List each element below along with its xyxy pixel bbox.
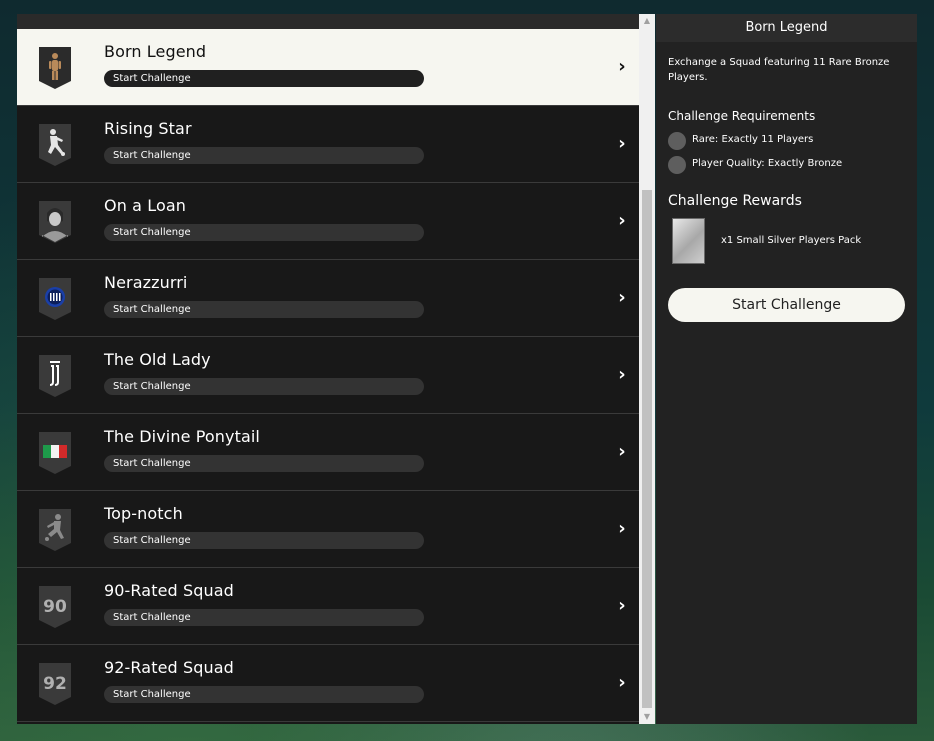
rating-92-label: 92: [43, 674, 67, 694]
challenge-item-92-rated-squad[interactable]: 92 92-Rated Squad Start Challenge ›: [17, 645, 639, 722]
challenge-item-top-notch[interactable]: Top-notch Start Challenge ›: [17, 491, 639, 568]
requirement-item: Player Quality: Exactly Bronze: [668, 156, 908, 174]
challenge-item-nerazzurri[interactable]: Nerazzurri Start Challenge ›: [17, 260, 639, 337]
silver-pack-icon: [672, 218, 705, 264]
detail-header: Born Legend: [656, 14, 917, 42]
requirement-item: Rare: Exactly 11 Players: [668, 132, 908, 150]
challenge-item-rising-star[interactable]: Rising Star Start Challenge ›: [17, 106, 639, 183]
chevron-right-icon: ›: [618, 287, 626, 308]
scroll-down-arrow-icon[interactable]: ▼: [639, 710, 655, 724]
juventus-crest-icon: [36, 351, 74, 399]
chevron-right-icon: ›: [618, 56, 626, 77]
chevron-right-icon: ›: [618, 441, 626, 462]
chevron-right-icon: ›: [618, 210, 626, 231]
challenge-list: Born Legend Start Challenge › Rising Sta…: [17, 14, 639, 724]
on-a-loan-portrait-icon: [36, 197, 74, 245]
rewards-title: Challenge Rewards: [668, 193, 802, 209]
challenge-item-90-rated-squad[interactable]: 90 90-Rated Squad Start Challenge ›: [17, 568, 639, 645]
challenge-title: 92-Rated Squad: [104, 658, 234, 677]
challenge-title: The Old Lady: [104, 350, 211, 369]
italy-flag-icon: [36, 428, 74, 476]
reward-label: x1 Small Silver Players Pack: [721, 235, 862, 246]
rising-star-player-icon: [36, 120, 74, 168]
kicking-player-icon: [36, 505, 74, 553]
challenge-description: Exchange a Squad featuring 11 Rare Bronz…: [668, 57, 890, 83]
requirements-title: Challenge Requirements: [668, 109, 816, 123]
scroll-thumb[interactable]: [642, 190, 652, 708]
start-challenge-main-button[interactable]: Start Challenge: [668, 288, 905, 322]
start-challenge-button[interactable]: Start Challenge: [104, 70, 424, 87]
start-challenge-button[interactable]: Start Challenge: [104, 378, 424, 395]
inter-crest-icon: [36, 274, 74, 322]
challenge-item-on-a-loan[interactable]: On a Loan Start Challenge ›: [17, 183, 639, 260]
requirement-status-icon: [668, 156, 686, 174]
start-challenge-button[interactable]: Start Challenge: [104, 609, 424, 626]
challenge-detail-panel: Born Legend Exchange a Squad featuring 1…: [656, 14, 917, 724]
requirement-text: Player Quality: Exactly Bronze: [692, 158, 843, 169]
rating-90-icon: 90: [36, 582, 74, 630]
challenge-title: Born Legend: [104, 42, 207, 61]
chevron-right-icon: ›: [618, 672, 626, 693]
challenge-title: 90-Rated Squad: [104, 581, 234, 600]
requirement-text: Rare: Exactly 11 Players: [692, 134, 814, 145]
start-challenge-button[interactable]: Start Challenge: [104, 224, 424, 241]
list-topbar: [17, 14, 639, 29]
rating-92-icon: 92: [36, 659, 74, 707]
chevron-right-icon: ›: [618, 364, 626, 385]
start-challenge-button[interactable]: Start Challenge: [104, 301, 424, 318]
challenge-title: Rising Star: [104, 119, 192, 138]
challenge-item-the-divine-ponytail[interactable]: The Divine Ponytail Start Challenge ›: [17, 414, 639, 491]
scroll-up-arrow-icon[interactable]: ▲: [639, 14, 655, 28]
chevron-right-icon: ›: [618, 595, 626, 616]
start-challenge-button[interactable]: Start Challenge: [104, 147, 424, 164]
challenge-item-the-old-lady[interactable]: The Old Lady Start Challenge ›: [17, 337, 639, 414]
rating-90-label: 90: [43, 597, 67, 617]
start-challenge-button[interactable]: Start Challenge: [104, 686, 424, 703]
challenge-item-born-legend[interactable]: Born Legend Start Challenge ›: [17, 29, 639, 106]
challenge-title: On a Loan: [104, 196, 186, 215]
requirement-status-icon: [668, 132, 686, 150]
chevron-right-icon: ›: [618, 133, 626, 154]
challenge-title: Top-notch: [104, 504, 183, 523]
chevron-right-icon: ›: [618, 518, 626, 539]
start-challenge-button[interactable]: Start Challenge: [104, 532, 424, 549]
start-challenge-button[interactable]: Start Challenge: [104, 455, 424, 472]
challenge-title: The Divine Ponytail: [104, 427, 260, 446]
challenge-title: Nerazzurri: [104, 273, 188, 292]
list-scrollbar[interactable]: ▲ ▼: [639, 14, 655, 724]
born-legend-player-icon: [36, 43, 74, 91]
